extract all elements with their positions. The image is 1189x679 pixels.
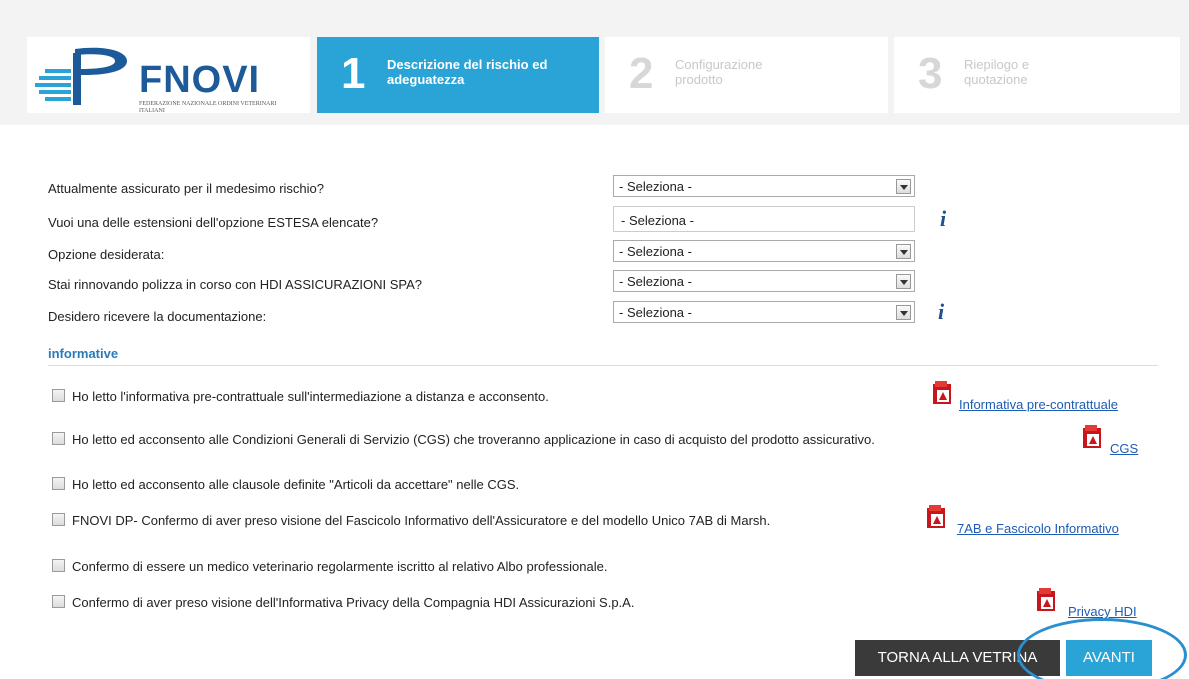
estensioni-field[interactable]: - Seleziona - [613, 206, 915, 232]
field-value: - Seleziona - [621, 213, 694, 228]
doc-link-label[interactable]: 7AB e Fascicolo Informativo [957, 521, 1119, 536]
question-row: Desidero ricevere la documentazione: - S… [48, 301, 948, 325]
select-value: - Seleziona - [619, 244, 692, 259]
question-row: Opzione desiderata: - Seleziona - [48, 240, 948, 264]
step-label: Descrizione del rischio ed adeguatezza [387, 57, 548, 87]
next-button[interactable]: AVANTI [1066, 640, 1152, 676]
step-number: 3 [918, 49, 943, 98]
pdf-icon [933, 381, 951, 404]
chevron-down-icon[interactable] [896, 244, 911, 259]
assicurato-select[interactable]: - Seleziona - [613, 175, 915, 197]
back-to-showcase-button[interactable]: TORNA ALLA VETRINA [855, 640, 1060, 676]
consent-checkbox[interactable] [52, 513, 65, 526]
select-value: - Seleziona - [619, 305, 692, 320]
step-1[interactable]: 1 Descrizione del rischio ed adeguatezza [317, 37, 599, 113]
question-label: Stai rinnovando polizza in corso con HDI… [48, 277, 423, 292]
question-label: Opzione desiderata: [48, 247, 165, 262]
logo-subtitle: FEDERAZIONE NAZIONALE ORDINI VETERINARI … [139, 101, 277, 114]
fnovi-logo: FNOVI FEDERAZIONE NAZIONALE ORDINI VETER… [27, 37, 310, 114]
documentazione-select[interactable]: - Seleziona - [613, 301, 915, 323]
question-row: Vuoi una delle estensioni dell'opzione E… [48, 206, 948, 232]
doc-link-label[interactable]: Informativa pre-contrattuale [959, 397, 1118, 412]
fnovi-logo-mark-icon [35, 47, 127, 105]
question-row: Attualmente assicurato per il medesimo r… [48, 175, 948, 199]
question-label: Desidero ricevere la documentazione: [48, 309, 267, 324]
pdf-icon [1083, 425, 1101, 448]
select-value: - Seleziona - [619, 179, 692, 194]
step-2[interactable]: 2 Configurazione prodotto [605, 37, 888, 113]
opzione-select[interactable]: - Seleziona - [613, 240, 915, 262]
pdf-icon [1037, 588, 1055, 611]
consent-label: Confermo di aver preso visione dell'Info… [72, 595, 635, 610]
info-icon[interactable]: i [938, 299, 944, 325]
consent-checkbox[interactable] [52, 477, 65, 490]
section-title: informative [48, 346, 119, 361]
chevron-down-icon[interactable] [896, 179, 911, 194]
logo-text: FNOVI [139, 59, 261, 101]
step-label: Riepilogo e quotazione [964, 57, 1030, 87]
divider [48, 365, 1158, 366]
doc-link-label[interactable]: Privacy HDI [1068, 604, 1137, 619]
step-label: Configurazione prodotto [675, 57, 763, 87]
rinnovo-select[interactable]: - Seleziona - [613, 270, 915, 292]
consent-label: Ho letto ed acconsento alle Condizioni G… [72, 432, 875, 447]
step-number: 1 [341, 49, 366, 98]
consent-checkbox[interactable] [52, 389, 65, 402]
consent-checkbox[interactable] [52, 432, 65, 445]
doc-link-label[interactable]: CGS [1110, 441, 1138, 456]
info-icon[interactable]: i [940, 206, 946, 232]
consent-label: FNOVI DP- Confermo di aver preso visione… [72, 513, 771, 528]
consent-label: Ho letto l'informativa pre-contrattuale … [72, 389, 549, 404]
chevron-down-icon[interactable] [896, 274, 911, 289]
chevron-down-icon[interactable] [896, 305, 911, 320]
question-row: Stai rinnovando polizza in corso con HDI… [48, 270, 948, 294]
consent-label: Ho letto ed acconsento alle clausole def… [72, 477, 520, 492]
consent-checkbox[interactable] [52, 595, 65, 608]
step-3[interactable]: 3 Riepilogo e quotazione [894, 37, 1180, 113]
step-number: 2 [629, 49, 654, 98]
question-label: Vuoi una delle estensioni dell'opzione E… [48, 215, 379, 230]
select-value: - Seleziona - [619, 274, 692, 289]
consent-checkbox[interactable] [52, 559, 65, 572]
consent-label: Confermo di essere un medico veterinario… [72, 559, 608, 574]
question-label: Attualmente assicurato per il medesimo r… [48, 181, 325, 196]
pdf-icon [927, 505, 945, 528]
